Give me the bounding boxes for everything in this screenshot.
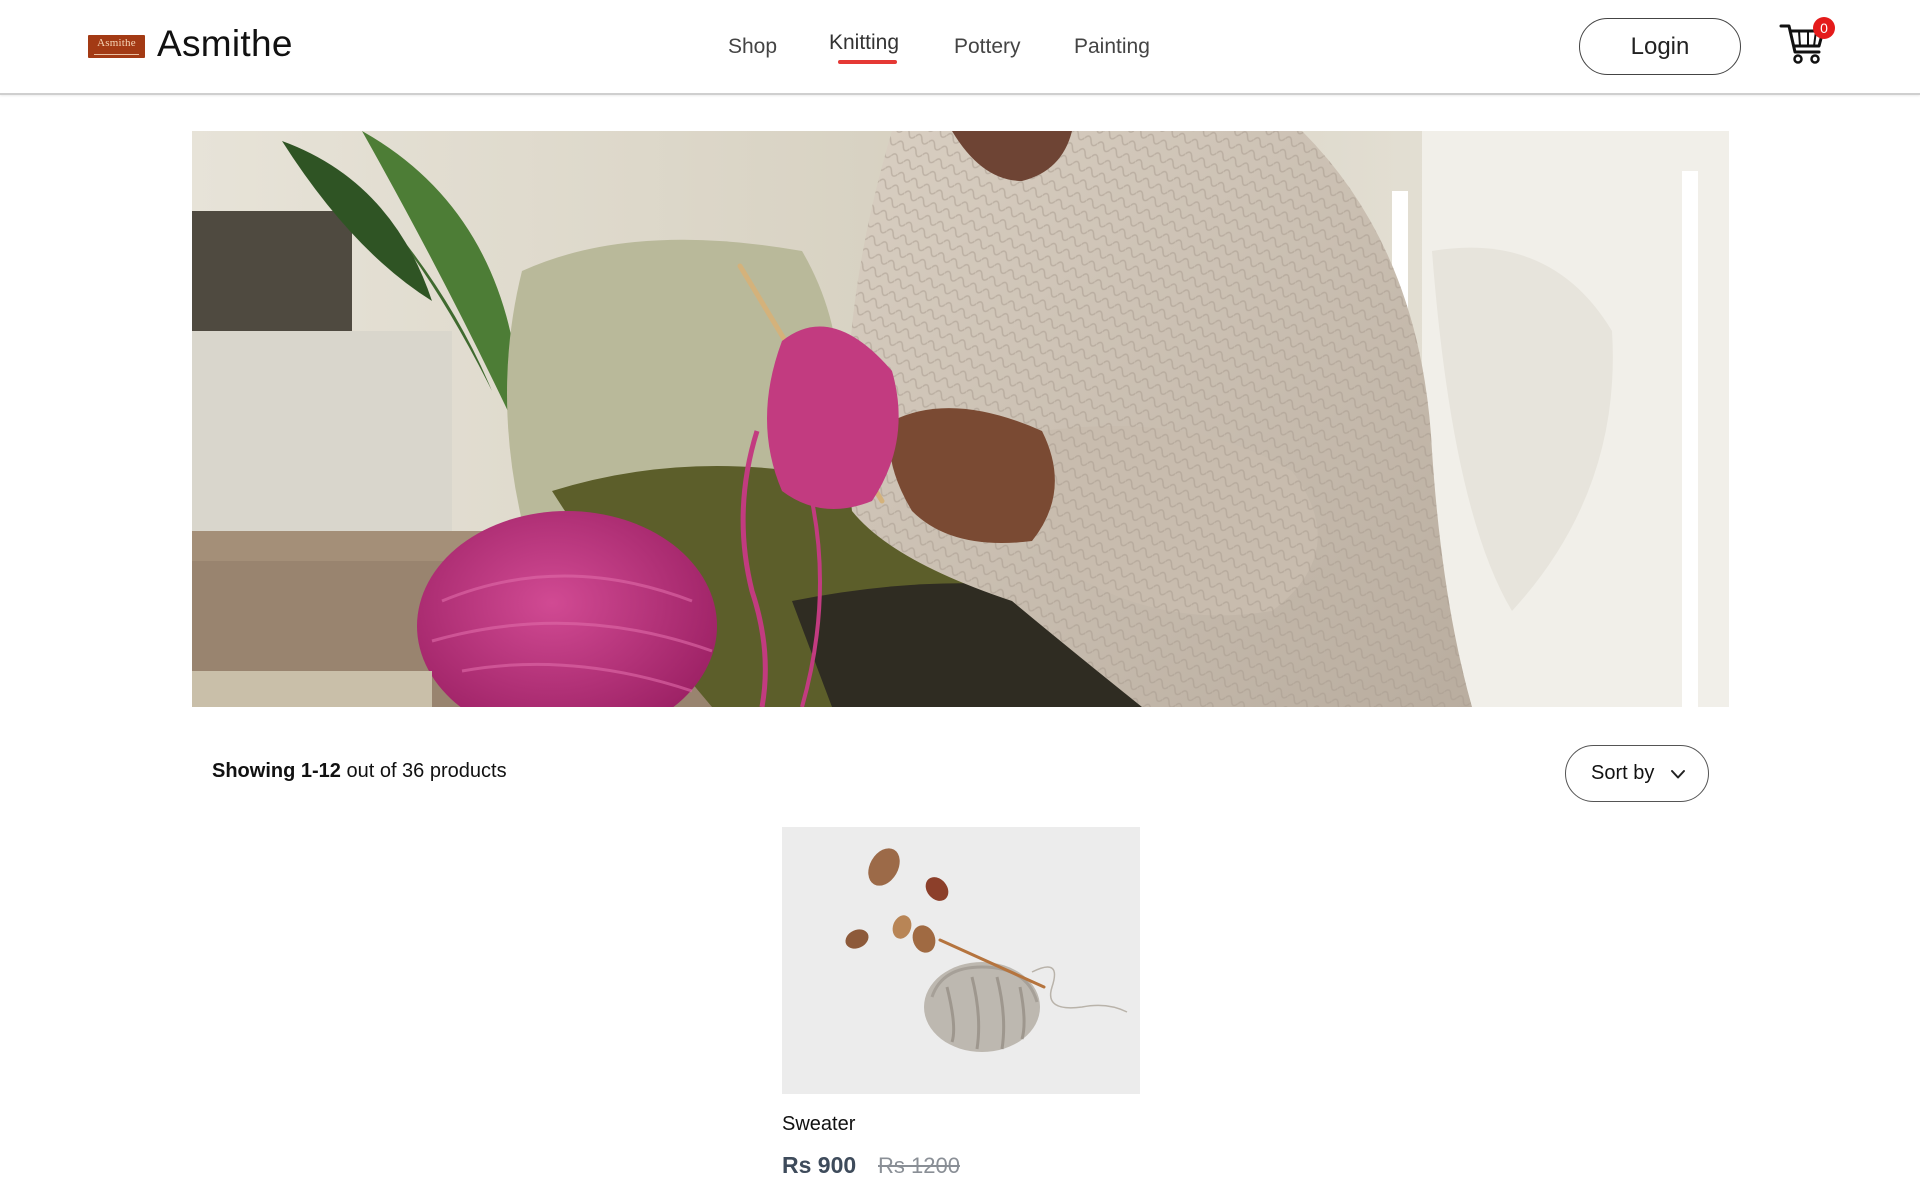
nav-item-pottery[interactable]: Pottery (954, 35, 1021, 59)
sort-by-button[interactable]: Sort by (1565, 745, 1709, 802)
login-button[interactable]: Login (1579, 18, 1741, 75)
nav-item-painting[interactable]: Painting (1074, 35, 1150, 59)
nav-active-indicator (838, 60, 897, 64)
brand-logo[interactable]: Asmithe (88, 35, 145, 58)
brand-logo-text: Asmithe (97, 37, 136, 49)
results-total: out of 36 products (340, 760, 507, 782)
product-name[interactable]: Sweater (782, 1113, 855, 1136)
results-count: Showing 1-12 out of 36 products (212, 760, 507, 783)
hero-banner-image (192, 131, 1729, 707)
cart-count-badge: 0 (1813, 17, 1835, 39)
chevron-down-icon (1671, 770, 1685, 779)
brand-name[interactable]: Asmithe (157, 23, 293, 65)
site-header: Asmithe Asmithe Shop Knitting Pottery Pa… (0, 0, 1920, 95)
sort-by-label: Sort by (1591, 762, 1655, 784)
nav-item-knitting[interactable]: Knitting (829, 31, 899, 55)
product-card[interactable]: Sweater Rs 900 Rs 1200 (782, 827, 1140, 1200)
nav-item-shop[interactable]: Shop (728, 35, 777, 59)
product-old-price: Rs 1200 (878, 1153, 960, 1178)
product-image[interactable] (782, 827, 1140, 1094)
results-range: Showing 1-12 (212, 760, 341, 782)
product-price: Rs 900 (782, 1152, 857, 1178)
